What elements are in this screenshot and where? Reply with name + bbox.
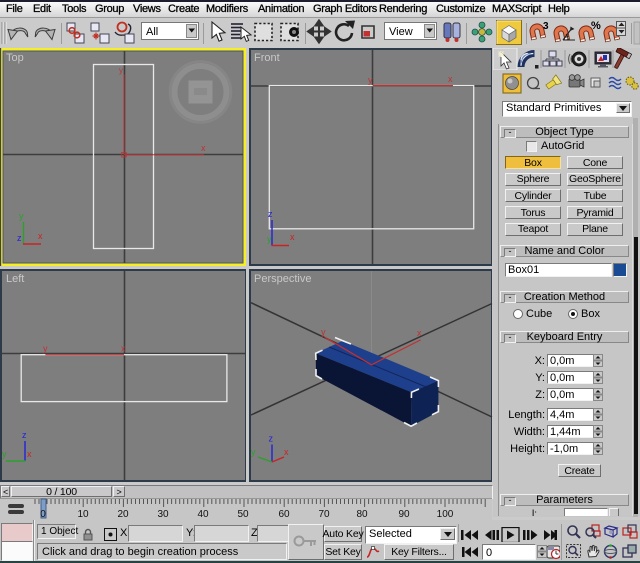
- svg-text:90: 90: [398, 509, 410, 520]
- svg-text:x: x: [38, 231, 43, 241]
- svg-text:y: y: [251, 447, 256, 457]
- svg-text:y: y: [19, 211, 24, 221]
- svg-text:Left: Left: [6, 273, 24, 285]
- svg-text:y: y: [43, 344, 48, 354]
- svg-text:50: 50: [237, 509, 249, 520]
- svg-text:60: 60: [278, 509, 290, 520]
- svg-text:30: 30: [157, 509, 169, 520]
- svg-text:z: z: [269, 434, 274, 444]
- svg-text:y: y: [368, 75, 373, 85]
- svg-text:x: x: [201, 143, 206, 153]
- svg-text:40: 40: [197, 509, 209, 520]
- svg-text:x: x: [417, 328, 422, 338]
- svg-text:z: z: [22, 430, 27, 440]
- svg-text:y: y: [267, 234, 272, 244]
- svg-text:100: 100: [437, 509, 454, 520]
- svg-text:10: 10: [77, 509, 89, 520]
- svg-text:y: y: [2, 449, 7, 459]
- svg-text:80: 80: [356, 509, 368, 520]
- svg-text:Perspective: Perspective: [254, 273, 311, 285]
- svg-text:y: y: [321, 327, 326, 337]
- svg-text:Top: Top: [6, 52, 24, 64]
- svg-text:x: x: [27, 449, 32, 459]
- svg-text:%: %: [591, 20, 601, 32]
- svg-text:x: x: [290, 232, 295, 242]
- svg-text:View: View: [389, 26, 413, 38]
- svg-text:70: 70: [318, 509, 330, 520]
- svg-text:20: 20: [117, 509, 129, 520]
- svg-text:y: y: [119, 66, 123, 75]
- svg-text:3: 3: [543, 21, 549, 32]
- svg-text:Front: Front: [254, 52, 280, 64]
- svg-text:0: 0: [40, 509, 46, 520]
- svg-text:z: z: [268, 209, 273, 219]
- svg-text:x: x: [448, 74, 453, 84]
- svg-text:All: All: [146, 26, 158, 38]
- svg-text:z: z: [17, 233, 22, 243]
- svg-text:x: x: [121, 344, 126, 354]
- svg-text:x: x: [284, 447, 289, 457]
